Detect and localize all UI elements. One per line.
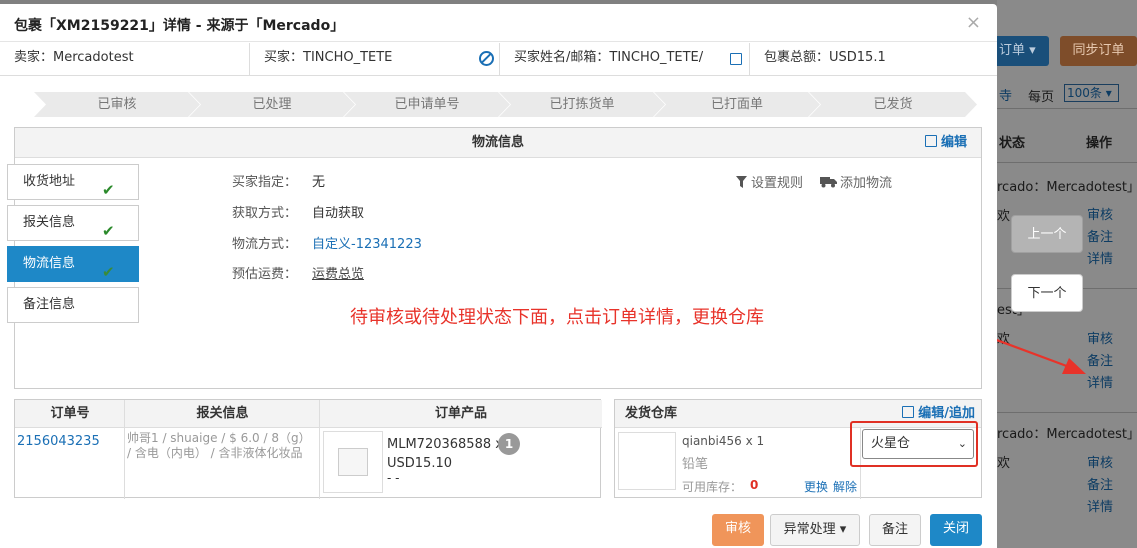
order-table: 订单号 报关信息 订单产品 2156043235 帅哥1 / shuaige /…	[14, 399, 602, 499]
shipping-method-link[interactable]: 自定义-12341223	[312, 233, 422, 252]
step-audited: 已审核	[34, 92, 200, 117]
edit-icon	[924, 135, 937, 147]
check-icon: ✔	[102, 263, 115, 281]
tab-shipping-address[interactable]: 收货地址 ✔	[7, 164, 139, 200]
stock-value: 0	[750, 478, 759, 492]
stock-label: 可用库存：	[682, 480, 743, 494]
replace-link[interactable]: 更换	[804, 478, 828, 495]
check-icon: ✔	[102, 222, 115, 240]
close-icon[interactable]: ×	[966, 12, 981, 33]
edit-icon[interactable]	[730, 53, 742, 65]
seller-info: 卖家：Mercadotest	[0, 43, 250, 76]
check-icon: ✔	[102, 181, 115, 199]
modal-title: 包裹「XM2159221」详情 - 来源于「Mercado」	[14, 18, 345, 34]
logistics-header: 物流信息 编辑	[15, 128, 981, 158]
status-steps: 已审核 已处理 已申请单号 已打拣货单 已打面单 已发货	[34, 92, 977, 117]
audit-button[interactable]: 审核	[712, 514, 764, 546]
edit-icon	[902, 406, 915, 418]
package-info-bar: 卖家：Mercadotest 买家：TINCHO_TETE 买家姓名/邮箱：TI…	[0, 43, 997, 76]
package-total: 包裹总额：USD15.1	[764, 50, 886, 65]
step-label-printed: 已打面单	[654, 92, 820, 117]
customs-info-text: 帅哥1 / shuaige / $ 6.0 / 8（g） / 含电（内电） / …	[127, 431, 311, 460]
exception-dropdown-button[interactable]: 异常处理 ▾	[770, 514, 860, 546]
block-icon[interactable]	[479, 51, 494, 66]
highlight-box	[850, 421, 978, 467]
add-logistics-button[interactable]: 添加物流	[820, 172, 892, 191]
truck-icon	[820, 177, 837, 188]
order-number-link[interactable]: 2156043235	[17, 434, 100, 449]
step-picklist-printed: 已打拣货单	[499, 92, 665, 117]
buyer-info: 买家：TINCHO_TETE	[250, 43, 500, 76]
package-detail-modal: 包裹「XM2159221」详情 - 来源于「Mercado」 × 卖家：Merc…	[0, 4, 997, 548]
unbind-link[interactable]: 解除	[833, 478, 857, 495]
logistics-panel: 物流信息 编辑	[14, 127, 982, 389]
annotation-text: 待审核或待处理状态下面，点击订单详情，更换仓库	[350, 307, 764, 328]
freight-overview-link[interactable]: 运费总览	[312, 263, 364, 282]
step-shipped: 已发货	[809, 92, 977, 117]
buyer-specified-label: 买家指定：	[232, 175, 298, 190]
buyer-specified-value: 无	[312, 175, 326, 190]
shipping-method-label: 物流方式：	[232, 237, 298, 252]
quantity-badge: 1	[498, 433, 520, 455]
customs-header: 报关信息	[125, 400, 320, 428]
logistics-edit-link[interactable]: 编辑	[924, 128, 967, 157]
buyer-name-email: 买家姓名/邮箱：TINCHO_TETE/	[500, 43, 750, 76]
filter-icon	[736, 176, 747, 188]
close-button[interactable]: 关闭	[930, 514, 982, 546]
product-image[interactable]	[323, 431, 383, 493]
warehouse-title: 发货仓库	[625, 406, 678, 421]
tab-logistics-info[interactable]: 物流信息 ✔	[7, 246, 139, 282]
warehouse-item-sku: qianbi456 x 1	[682, 434, 765, 448]
acquire-method-value: 自动获取	[312, 206, 365, 221]
product-header: 订单产品	[320, 400, 602, 428]
warehouse-item-image	[618, 432, 676, 490]
step-tracking-applied: 已申请单号	[344, 92, 510, 117]
acquire-method-label: 获取方式：	[232, 206, 298, 221]
logistics-title: 物流信息	[471, 135, 524, 150]
set-rule-button[interactable]: 设置规则	[736, 172, 803, 191]
product-sku: MLM720368588 x	[387, 437, 503, 452]
tab-customs-info[interactable]: 报关信息 ✔	[7, 205, 139, 241]
note-button[interactable]: 备注	[869, 514, 921, 546]
tab-note-info[interactable]: 备注信息	[7, 287, 139, 323]
modal-header: 包裹「XM2159221」详情 - 来源于「Mercado」 ×	[0, 4, 997, 42]
warehouse-item-name: 铅笔	[682, 457, 709, 472]
product-price: USD15.10	[387, 456, 452, 471]
order-no-header: 订单号	[15, 400, 125, 428]
product-extra: - -	[387, 471, 400, 485]
step-processed: 已处理	[189, 92, 355, 117]
estimated-freight-label: 预估运费：	[232, 267, 298, 282]
